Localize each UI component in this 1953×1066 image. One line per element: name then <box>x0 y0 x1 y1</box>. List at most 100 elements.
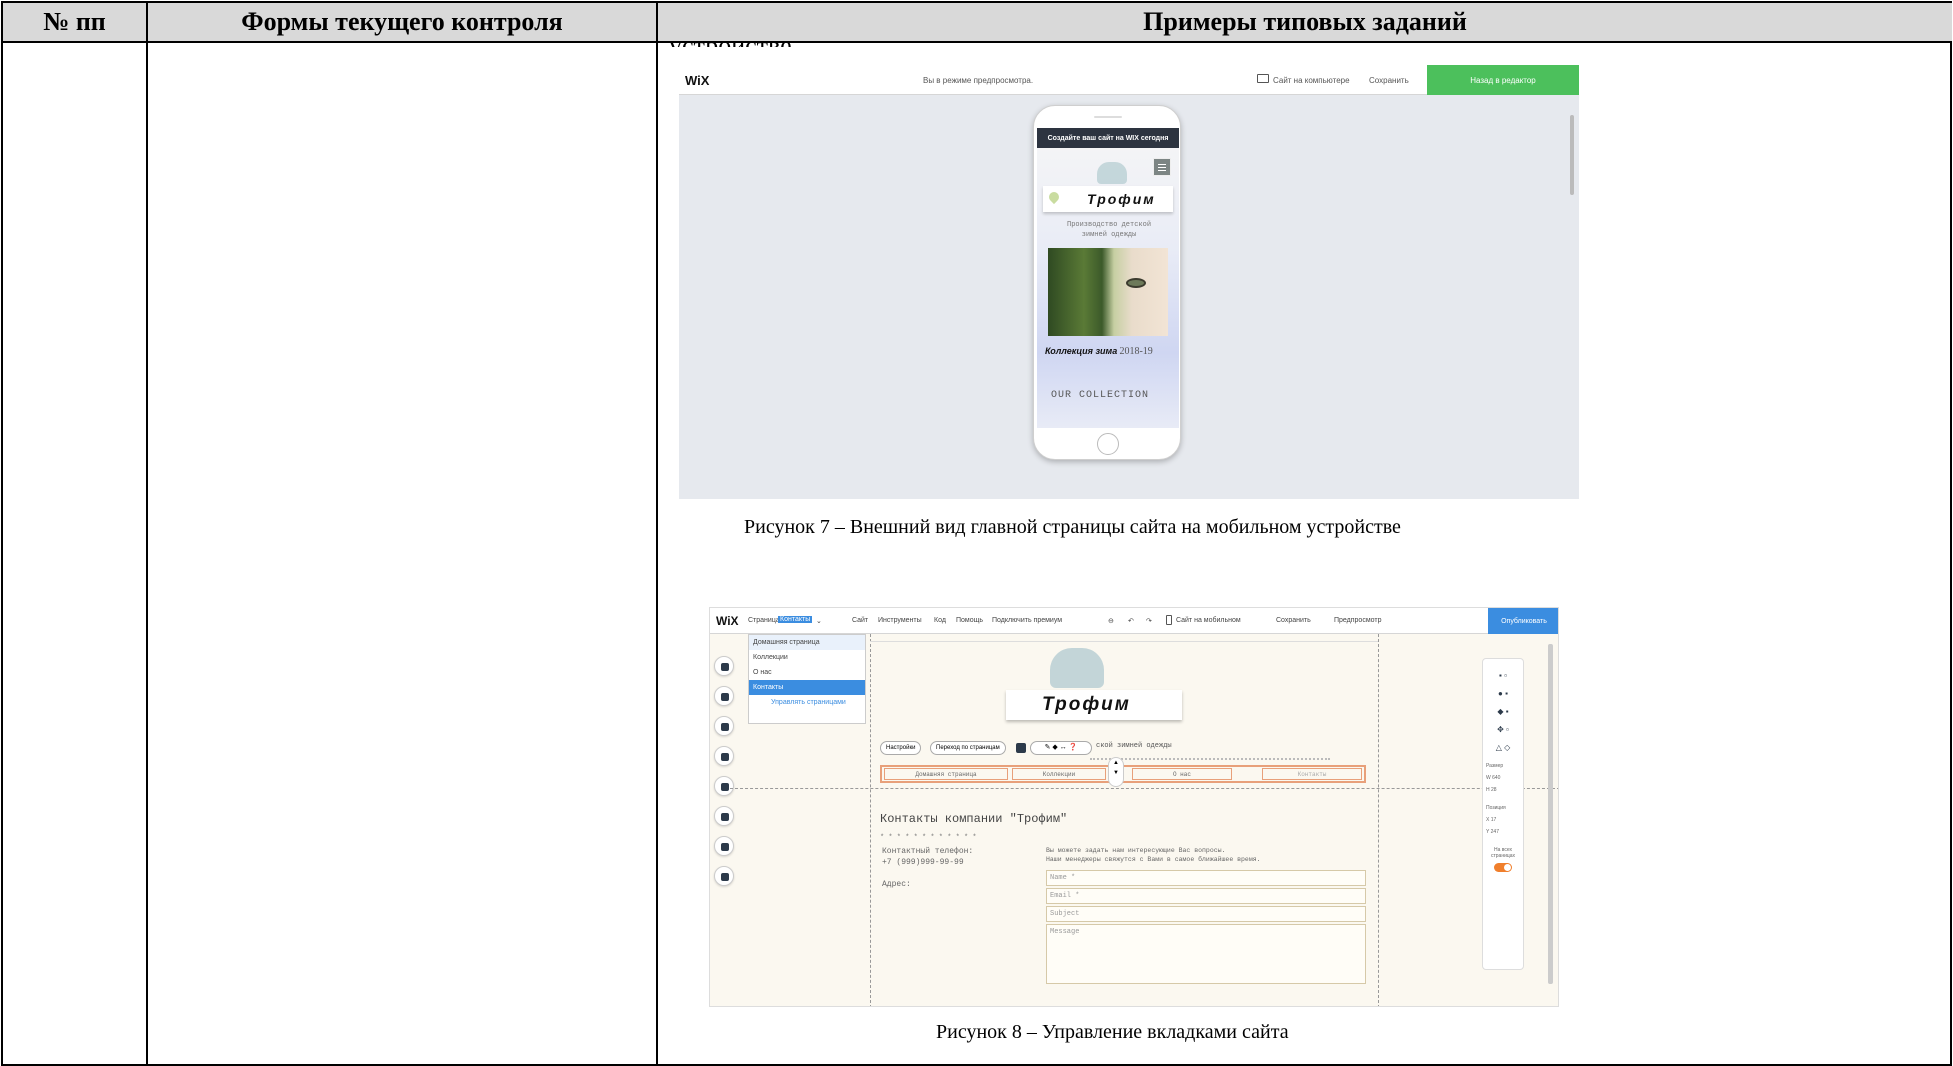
contacts-title: Контакты компании "Трофим" <box>880 812 1068 826</box>
mobile-link[interactable]: Сайт на мобильном <box>1176 617 1241 624</box>
header-number: № пп <box>3 3 146 43</box>
nav-item-collections[interactable]: Коллекции <box>1012 768 1106 780</box>
redo-icon[interactable]: ↷ <box>1146 617 1152 625</box>
menu-help[interactable]: Помощь <box>956 617 983 624</box>
page-item-home[interactable]: Домашняя страница <box>749 635 865 650</box>
upload-tool-icon[interactable] <box>714 776 734 796</box>
stars-divider: * * * * * * * * * * * * <box>880 834 977 842</box>
current-page[interactable]: Контакты <box>778 616 813 623</box>
nav-item-about[interactable]: О нас <box>1132 768 1232 780</box>
panel-y[interactable]: Y 247 <box>1483 823 1523 835</box>
brand-name: Трофим <box>1042 694 1131 715</box>
publish-button[interactable]: Опубликовать <box>1488 608 1558 634</box>
brand-name: Трофим <box>1087 191 1156 207</box>
collection-year: 2018-19 <box>1119 346 1153 357</box>
panel-size-label: Размер <box>1486 763 1504 769</box>
pen-tool-icon[interactable] <box>714 866 734 886</box>
tagline-fragment: ской зимней одежды <box>1096 742 1172 750</box>
panel-icons[interactable]: ▪ ▫ ● ▪ ◆ ▪ ✥ ▫ △ ◇ <box>1483 659 1523 757</box>
background-tool-icon[interactable] <box>714 686 734 706</box>
nav-menu[interactable]: Домашняя страница Коллекции О нас Контак… <box>880 757 1366 787</box>
zoom-icon[interactable]: ⊖ <box>1108 617 1114 625</box>
desktop-link[interactable]: Сайт на компьютере <box>1273 76 1350 85</box>
panel-position-label: Позиция <box>1486 805 1506 811</box>
brand-plate: Трофим <box>1006 690 1182 720</box>
add-tool-icon[interactable] <box>714 716 734 736</box>
settings-button[interactable]: Настройки <box>880 741 922 755</box>
our-collection-label: OUR COLLECTION <box>1051 390 1150 401</box>
panel-height[interactable]: H 28 <box>1483 781 1523 793</box>
nav-item-home[interactable]: Домашняя страница <box>884 768 1008 780</box>
subject-field[interactable]: Subject <box>1046 906 1366 922</box>
editor-scrollbar[interactable] <box>1548 644 1553 984</box>
page-item-about[interactable]: О нас <box>749 665 865 680</box>
desktop-icon[interactable] <box>1257 74 1269 83</box>
undo-icon[interactable]: ↶ <box>1128 617 1134 625</box>
apps-tool-icon[interactable] <box>714 746 734 766</box>
blog-tool-icon[interactable] <box>714 806 734 826</box>
edit-tools-icon[interactable]: ✎ ◆ ↔ ❓ <box>1030 741 1092 755</box>
child-eye <box>1126 278 1146 288</box>
save-link[interactable]: Сохранить <box>1369 76 1409 85</box>
preview-notice: Вы в режиме предпросмотра. <box>923 76 1034 85</box>
message-field[interactable]: Message <box>1046 924 1366 984</box>
child-photo <box>1048 248 1168 336</box>
panel-width[interactable]: W 640 <box>1483 769 1523 781</box>
wix-editor-topbar: WiX Страница: Контакты ⌄ Сайт Инструмент… <box>710 608 1558 634</box>
home-button-icon[interactable] <box>1097 433 1119 455</box>
save-link[interactable]: Сохранить <box>1276 617 1311 624</box>
phone-speaker <box>1094 116 1122 118</box>
nav-item-contacts[interactable]: Контакты <box>1262 768 1362 780</box>
heart-icon <box>1046 189 1062 205</box>
address-label: Адрес: <box>882 880 911 889</box>
menu-tools[interactable]: Инструменты <box>878 617 922 624</box>
figure-7-screenshot: WiX Вы в режиме предпросмотра. Сайт на к… <box>679 65 1579 499</box>
menu-site[interactable]: Сайт <box>852 617 868 624</box>
mobile-icon[interactable] <box>1166 615 1172 625</box>
page-item-collections[interactable]: Коллекции <box>749 650 865 665</box>
figure-8-caption: Рисунок 8 – Управление вкладками сайта <box>936 1021 1289 1043</box>
preview-scrollbar[interactable] <box>1570 115 1574 195</box>
page-item-contacts[interactable]: Контакты <box>749 680 865 695</box>
pages-label: Страница: <box>748 617 782 624</box>
store-tool-icon[interactable] <box>714 836 734 856</box>
ruler <box>870 636 1378 642</box>
phone-value: +7 (999)999-99-99 <box>882 858 964 867</box>
figure-7-caption: Рисунок 7 – Внешний вид главной страницы… <box>744 516 1401 538</box>
phone-banner[interactable]: Создайте ваш сайт на WIX сегодня <box>1037 128 1179 148</box>
wix-logo: WiX <box>716 614 739 628</box>
pages-tool-icon[interactable] <box>714 656 734 676</box>
figure-8-screenshot: WiX Страница: Контакты ⌄ Сайт Инструмент… <box>709 607 1559 1007</box>
chevron-down-icon[interactable]: ⌄ <box>816 617 822 625</box>
elephant-logo-icon <box>1050 648 1104 688</box>
manage-pages-link[interactable]: Управлять страницами <box>749 695 865 710</box>
layout-icon[interactable] <box>1016 743 1026 753</box>
phone-mockup: Создайте ваш сайт на WIX сегодня Трофим … <box>1033 105 1181 460</box>
dots-row <box>1090 758 1330 760</box>
preview-link[interactable]: Предпросмотр <box>1334 617 1381 624</box>
properties-panel: ▪ ▫ ● ▪ ◆ ▪ ✥ ▫ △ ◇ Размер W 640 H 28 Позици… <box>1482 658 1524 970</box>
header-examples: Примеры типовых заданий <box>658 3 1952 43</box>
goto-pages-button[interactable]: Переход по страницам <box>930 741 1006 755</box>
phone-label: Контактный телефон: <box>882 847 974 856</box>
guide-header-bottom <box>730 788 1558 789</box>
name-field[interactable]: Name * <box>1046 870 1366 886</box>
drag-handle-icon[interactable]: ▲ ▼ <box>1108 757 1124 787</box>
menu-premium[interactable]: Подключить премиум <box>992 617 1062 624</box>
wix-preview-topbar: WiX Вы в режиме предпросмотра. Сайт на к… <box>679 65 1579 95</box>
panel-x[interactable]: X 17 <box>1483 811 1523 823</box>
collection-line: Коллекция зима 2018-19 <box>1045 346 1175 357</box>
all-pages-toggle[interactable] <box>1494 863 1512 872</box>
wix-logo: WiX <box>685 73 710 88</box>
menu-code[interactable]: Код <box>934 617 946 624</box>
guide-right <box>1378 634 1379 1006</box>
elephant-logo-icon <box>1097 162 1127 184</box>
collection-bold: Коллекция зима <box>1045 346 1118 356</box>
brand-plate: Трофим <box>1043 186 1173 212</box>
hamburger-menu-icon[interactable] <box>1153 158 1171 176</box>
panel-all-pages: На всех страницах <box>1490 847 1516 859</box>
email-field[interactable]: Email * <box>1046 888 1366 904</box>
back-to-editor-button[interactable]: Назад в редактор <box>1427 65 1579 95</box>
column-divider-2 <box>656 3 658 1064</box>
intro-line-2: Наши менеджеры свяжутся с Вами в самое б… <box>1046 856 1261 863</box>
